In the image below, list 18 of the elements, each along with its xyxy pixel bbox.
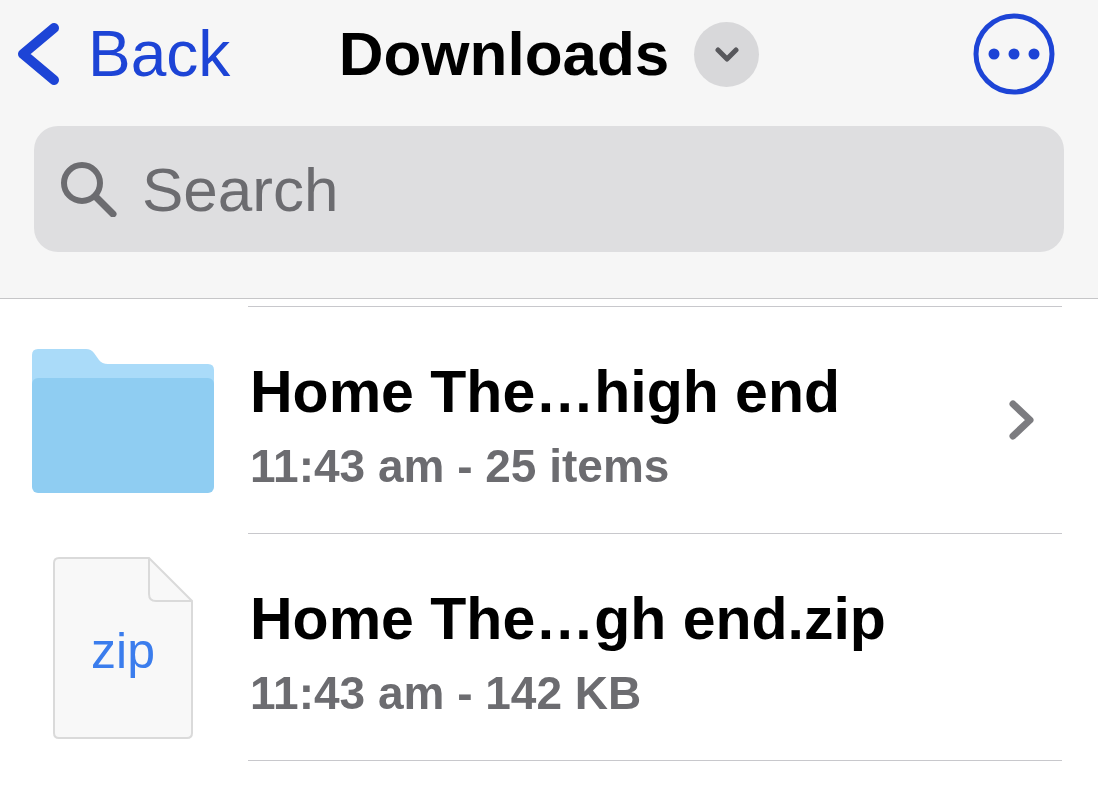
- item-details: 11:43 am - 25 items: [250, 438, 671, 494]
- file-row[interactable]: zip Home The…gh end.zip 11:43 am - 142 KB: [0, 534, 1098, 761]
- item-name: Home The…gh end.zip: [250, 584, 887, 654]
- chevron-left-icon: [15, 22, 60, 86]
- search-icon: [58, 160, 120, 217]
- file-row[interactable]: Home The…high end 11:43 am - 25 items: [0, 307, 1098, 534]
- item-name: Home The…high end: [250, 357, 841, 427]
- file-type-label: zip: [91, 625, 155, 676]
- chevron-right-icon: [1008, 399, 1036, 441]
- folder-title: Downloads: [338, 23, 670, 85]
- chevron-down-icon: [714, 46, 739, 62]
- more-button[interactable]: [973, 13, 1055, 95]
- folder-icon: [32, 348, 214, 493]
- search-field[interactable]: Search: [34, 126, 1064, 252]
- back-button[interactable]: Back: [0, 22, 231, 86]
- item-details: 11:43 am - 142 KB: [250, 665, 643, 721]
- document-icon: [53, 556, 193, 739]
- more-icon: [973, 13, 1055, 95]
